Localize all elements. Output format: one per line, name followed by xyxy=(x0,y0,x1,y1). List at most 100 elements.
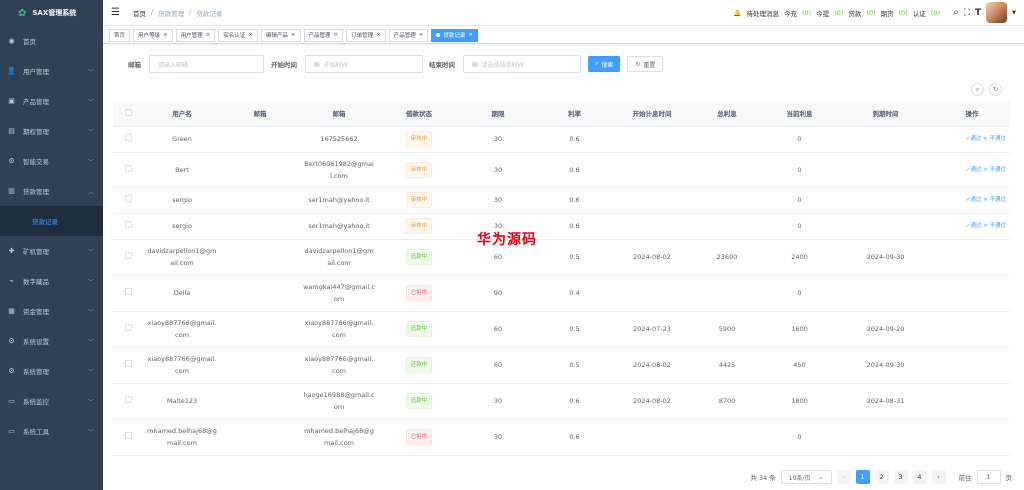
refresh-button[interactable]: ↻ xyxy=(989,83,1002,96)
fullscreen-icon[interactable]: ⛶ xyxy=(964,8,970,18)
total-count: 共 34 条 xyxy=(750,474,776,482)
counter-verify-value[interactable]: (0) xyxy=(931,9,940,17)
tab-7[interactable]: 产品管理 × xyxy=(388,28,429,42)
cell-current-interest: 450 xyxy=(762,347,837,384)
search-icon[interactable]: ⌕ xyxy=(953,7,959,18)
cell-total-interest: 4425 xyxy=(692,347,762,384)
sidebar-item-11[interactable]: ⚙ 系统管理 ﹀ xyxy=(0,356,103,386)
row-checkbox[interactable] xyxy=(113,275,143,312)
counter-loan-value[interactable]: (0) xyxy=(866,9,875,17)
sidebar-item-label: 用户管理 xyxy=(23,68,49,76)
sidebar-item-6[interactable]: 贷款记录 xyxy=(0,206,103,236)
row-checkbox[interactable] xyxy=(113,419,143,456)
sidebar-item-4[interactable]: ⚙ 智能交易 ﹀ xyxy=(0,146,103,176)
close-icon[interactable]: × xyxy=(419,32,424,38)
cell-username: xiaoy887766@gmail.com xyxy=(143,311,221,348)
counter-recharge-value[interactable]: (0) xyxy=(802,9,811,17)
checkbox[interactable] xyxy=(124,195,132,202)
checkbox[interactable] xyxy=(124,288,132,295)
checkbox[interactable] xyxy=(124,432,132,439)
end-time-input[interactable]: ▦ 请选择结束时间 xyxy=(463,55,581,73)
refresh-icon: ↻ xyxy=(992,86,999,93)
checkbox[interactable] xyxy=(124,221,132,228)
col-total-interest: 总利息 xyxy=(692,101,762,127)
close-icon[interactable]: × xyxy=(206,32,211,38)
reset-button[interactable]: ↻ 重置 xyxy=(627,56,664,72)
row-checkbox[interactable] xyxy=(113,187,143,214)
counter-futures-value[interactable]: (0) xyxy=(899,9,908,17)
checkbox[interactable] xyxy=(124,396,132,403)
app-logo[interactable]: ✿ SAX管理系统 xyxy=(0,0,103,26)
sidebar-item-10[interactable]: ⚙ 系统设置 ﹀ xyxy=(0,326,103,356)
prev-page-button[interactable]: ‹ xyxy=(836,470,851,484)
font-size-icon[interactable]: T xyxy=(975,8,981,18)
breadcrumb-home[interactable]: 首页 xyxy=(133,8,146,18)
tab-4[interactable]: 编辑产品 × xyxy=(260,28,301,42)
close-icon[interactable]: × xyxy=(468,32,473,38)
checkbox[interactable] xyxy=(124,360,132,367)
row-checkbox[interactable] xyxy=(113,239,143,276)
tab-6[interactable]: 订单管理 × xyxy=(346,28,386,42)
cell-actions[interactable]: ✓通过 × 不通过 xyxy=(934,187,1010,214)
select-all-checkbox[interactable] xyxy=(113,101,143,127)
row-checkbox[interactable] xyxy=(113,383,143,420)
sidebar-item-12[interactable]: ▭ 系统监控 ﹀ xyxy=(0,386,103,416)
sidebar-item-0[interactable]: ◉ 首页 xyxy=(0,26,103,56)
sidebar-item-3[interactable]: ▤ 期权管理 ﹀ xyxy=(0,116,103,146)
counter-withdraw-value[interactable]: (0) xyxy=(834,9,843,17)
avatar[interactable] xyxy=(986,2,1008,23)
trade-icon: ⚙ xyxy=(8,157,15,165)
close-icon[interactable]: × xyxy=(248,32,253,38)
checkbox[interactable] xyxy=(124,134,132,141)
cell-term: 30 xyxy=(459,419,537,456)
hamburger-icon[interactable]: ☰ xyxy=(111,7,123,18)
page-2-button[interactable]: 2 xyxy=(874,470,889,484)
start-time-input[interactable]: ▦ 开始时间 xyxy=(305,55,423,73)
cell-actions[interactable]: ✓通过 × 不通过 xyxy=(934,126,1010,153)
table-header-row: 用户名 邮箱 邮箱 借款状态 期限 利率 开始计息时间 总利息 当前利息 到期时… xyxy=(113,101,1010,127)
sidebar-item-13[interactable]: ▭ 系统工具 ﹀ xyxy=(0,416,103,446)
chevron-down-icon: ⌄ xyxy=(818,473,824,481)
tab-5[interactable]: 产品管理 × xyxy=(303,28,344,42)
close-icon[interactable]: × xyxy=(376,32,381,38)
email-input[interactable]: 请输入邮箱 xyxy=(149,55,264,73)
sidebar-item-7[interactable]: ✚ 矿机管理 ﹀ xyxy=(0,236,103,266)
close-icon[interactable]: × xyxy=(291,32,296,38)
tab-8[interactable]: 贷款记录 × xyxy=(431,28,479,42)
search-button[interactable]: ⌕ 搜索 xyxy=(588,56,621,72)
page-1-button[interactable]: 1 xyxy=(855,470,870,484)
cell-username: sergio xyxy=(143,213,221,240)
tab-1[interactable]: 用户等级 × xyxy=(133,28,173,42)
checkbox[interactable] xyxy=(124,252,132,259)
sidebar-item-5[interactable]: ▥ 贷款管理 ︿ xyxy=(0,176,103,206)
breadcrumb-loan-management[interactable]: 贷款管理 xyxy=(158,8,184,18)
close-icon[interactable]: × xyxy=(163,32,168,38)
cell-username: sergio xyxy=(143,187,221,214)
checkbox[interactable] xyxy=(124,324,132,331)
goto-page-input[interactable]: 1 xyxy=(976,470,1001,484)
table-row: Green 167525662 审核中 30 0.6 0 ✓通过 × 不通过 xyxy=(113,126,1010,153)
next-page-button[interactable]: › xyxy=(931,470,946,484)
close-icon[interactable]: × xyxy=(334,32,339,38)
page-4-button[interactable]: 4 xyxy=(912,470,927,484)
sidebar-item-8[interactable]: ⌁ 数字藏品 ﹀ xyxy=(0,266,103,296)
tab-0[interactable]: 首页 xyxy=(109,28,131,42)
tab-2[interactable]: 用户管理 × xyxy=(175,28,216,42)
checkbox[interactable] xyxy=(124,164,132,172)
chevron-down-icon[interactable]: ▼ xyxy=(1012,10,1016,16)
sidebar-item-2[interactable]: ▣ 产品管理 ﹀ xyxy=(0,86,103,116)
sidebar-item-1[interactable]: 👤 用户管理 ﹀ xyxy=(0,56,103,86)
cell-actions[interactable]: ✓通过 × 不通过 xyxy=(934,213,1010,240)
row-checkbox[interactable] xyxy=(113,126,143,153)
toggle-search-button[interactable]: ⌕ xyxy=(971,83,984,96)
row-checkbox[interactable] xyxy=(113,311,143,348)
row-checkbox[interactable] xyxy=(113,152,143,188)
page-3-button[interactable]: 3 xyxy=(893,470,908,484)
cell-actions[interactable]: ✓通过 × 不通过 xyxy=(934,152,1010,188)
row-checkbox[interactable] xyxy=(113,347,143,384)
row-checkbox[interactable] xyxy=(113,213,143,240)
tab-3[interactable]: 实名认证 × xyxy=(218,28,258,42)
sidebar-item-9[interactable]: ▦ 资金管理 ﹀ xyxy=(0,296,103,326)
pending-notice[interactable]: 待处理消息 xyxy=(746,8,779,18)
page-size-select[interactable]: 10条/页 ⌄ xyxy=(780,470,832,484)
